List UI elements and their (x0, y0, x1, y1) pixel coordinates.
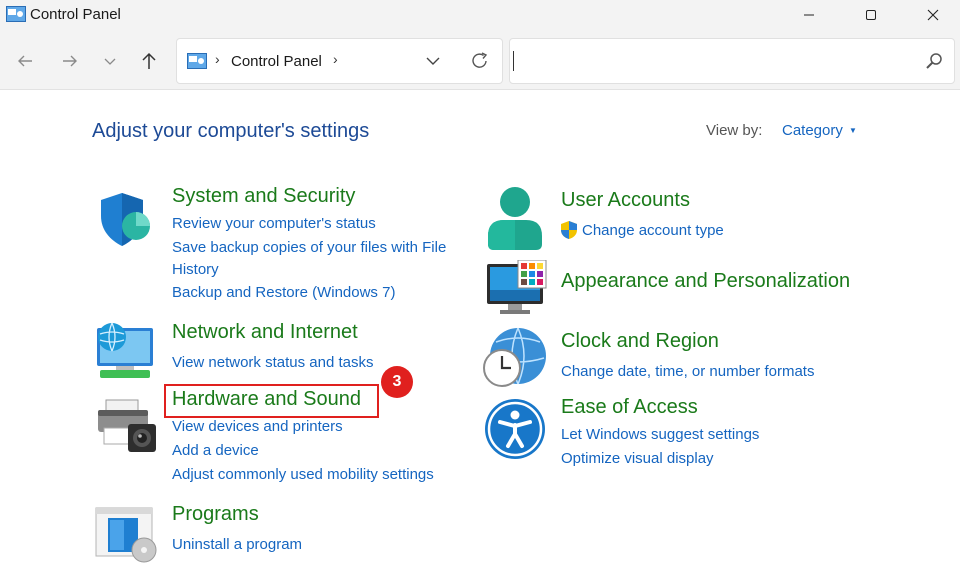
file-history-link[interactable]: Save backup copies of your files with Fi… (172, 239, 446, 256)
network-globe-icon[interactable] (94, 320, 156, 380)
printer-icon[interactable] (96, 398, 158, 454)
clock-globe-icon[interactable] (482, 326, 548, 390)
appearance-monitor-icon[interactable] (486, 260, 548, 316)
arrow-right-icon (63, 55, 77, 67)
back-button[interactable] (12, 48, 38, 74)
uac-shield-icon (561, 221, 577, 239)
search-input[interactable] (518, 47, 918, 75)
shield-icon[interactable] (96, 190, 154, 248)
file-history-link-cont[interactable]: History (172, 261, 219, 278)
arrow-left-icon (18, 55, 32, 67)
add-device-link[interactable]: Add a device (172, 442, 259, 459)
control-panel-window: Control Panel › Control Panel › Adjust y… (0, 0, 960, 586)
programs-icon[interactable] (94, 506, 158, 564)
view-by-label: View by: (706, 122, 763, 139)
forward-button[interactable] (57, 48, 83, 74)
dropdown-caret-icon[interactable]: ▼ (849, 126, 857, 135)
mobility-settings-link[interactable]: Adjust commonly used mobility settings (172, 466, 434, 483)
control-panel-icon (187, 53, 207, 69)
uninstall-program-link[interactable]: Uninstall a program (172, 536, 302, 553)
change-account-type-link[interactable]: Change account type (582, 222, 724, 239)
step-badge: 3 (381, 366, 413, 398)
arrow-up-icon (142, 52, 156, 69)
suggest-settings-link[interactable]: Let Windows suggest settings (561, 426, 759, 443)
date-time-formats-link[interactable]: Change date, time, or number formats (561, 363, 814, 380)
ease-of-access-link[interactable]: Ease of Access (561, 396, 698, 419)
page-title: Adjust your computer's settings (92, 120, 370, 142)
hardware-sound-link[interactable]: Hardware and Sound (172, 388, 361, 411)
minimize-button[interactable] (786, 0, 832, 30)
user-icon[interactable] (486, 186, 544, 252)
navigation-bar: › Control Panel › (0, 30, 960, 90)
control-panel-app-icon (6, 6, 26, 22)
minimize-icon (804, 14, 814, 16)
review-status-link[interactable]: Review your computer's status (172, 215, 376, 232)
breadcrumb-control-panel[interactable]: Control Panel (231, 53, 322, 70)
title-bar: Control Panel (0, 0, 960, 30)
chevron-down-icon[interactable] (423, 51, 443, 71)
system-security-link[interactable]: System and Security (172, 185, 355, 208)
appearance-personalization-link[interactable]: Appearance and Personalization (561, 270, 850, 293)
clock-region-link[interactable]: Clock and Region (561, 330, 719, 353)
refresh-icon[interactable] (469, 50, 491, 72)
devices-printers-link[interactable]: View devices and printers (172, 418, 343, 435)
up-button[interactable] (136, 48, 162, 74)
search-icon[interactable] (924, 51, 944, 71)
close-button[interactable] (910, 0, 956, 30)
breadcrumb-separator[interactable]: › (333, 51, 338, 67)
chevron-down-icon (104, 58, 116, 65)
text-cursor (513, 51, 514, 71)
optimize-display-link[interactable]: Optimize visual display (561, 450, 714, 467)
address-bar[interactable]: › Control Panel › (176, 38, 503, 84)
maximize-button[interactable] (848, 0, 894, 30)
close-icon (927, 9, 939, 21)
recent-locations-button[interactable] (97, 48, 123, 74)
breadcrumb-separator: › (215, 51, 220, 67)
search-box[interactable] (509, 38, 955, 84)
network-status-link[interactable]: View network status and tasks (172, 354, 374, 371)
view-by-dropdown[interactable]: Category (782, 122, 843, 139)
accessibility-icon[interactable] (484, 398, 546, 460)
window-title: Control Panel (30, 6, 121, 23)
backup-restore-link[interactable]: Backup and Restore (Windows 7) (172, 284, 395, 301)
programs-link[interactable]: Programs (172, 503, 259, 526)
maximize-icon (866, 10, 876, 20)
network-internet-link[interactable]: Network and Internet (172, 321, 358, 344)
user-accounts-link[interactable]: User Accounts (561, 189, 690, 212)
